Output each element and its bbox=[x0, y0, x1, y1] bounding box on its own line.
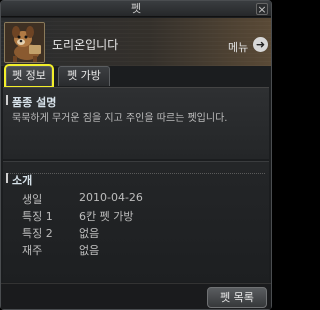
pet-window: 펫 × 도리온입니다 메뉴 ➜ 펫 정보 펫 가방 품종 설명 묵묵하게 무거운… bbox=[0, 0, 272, 310]
window-titlebar[interactable]: 펫 × bbox=[1, 1, 271, 17]
talent-value: 없음 bbox=[79, 244, 100, 257]
close-button[interactable]: × bbox=[256, 3, 268, 15]
intro-title: 소개 bbox=[5, 173, 33, 187]
arrow-right-icon[interactable]: ➜ bbox=[253, 37, 268, 52]
menu-label[interactable]: 메뉴 bbox=[228, 39, 248, 55]
feature-2-label: 특징 2 bbox=[22, 227, 53, 240]
breed-description-title: 품종 설명 bbox=[5, 95, 57, 109]
talent-label: 재주 bbox=[22, 244, 43, 257]
pet-header: 도리온입니다 메뉴 ➜ bbox=[1, 18, 271, 66]
feature-2-value: 없음 bbox=[79, 227, 100, 240]
divider bbox=[7, 173, 265, 174]
breed-description-panel: 품종 설명 묵묵하게 무거운 짐을 지고 주인을 따르는 펫입니다. bbox=[3, 87, 269, 159]
pet-name: 도리온입니다 bbox=[52, 38, 119, 52]
birthday-label: 생일 bbox=[22, 193, 43, 206]
tab-pet-info[interactable]: 펫 정보 bbox=[4, 64, 54, 88]
window-title: 펫 bbox=[130, 2, 142, 15]
dog-pet-icon bbox=[4, 22, 45, 63]
feature-1-value: 6칸 펫 가방 bbox=[79, 210, 134, 223]
feature-1-label: 특징 1 bbox=[22, 210, 53, 223]
birthday-value: 2010-04-26 bbox=[79, 191, 143, 204]
window-footer: 펫 목록 bbox=[1, 283, 271, 309]
breed-description-text: 묵묵하게 무거운 짐을 지고 주인을 따르는 펫입니다. bbox=[12, 113, 228, 124]
intro-panel: 소개 생일 2010-04-26 특징 1 6칸 펫 가방 특징 2 없음 재주… bbox=[3, 161, 269, 282]
pet-list-button[interactable]: 펫 목록 bbox=[207, 287, 267, 308]
tab-pet-bag[interactable]: 펫 가방 bbox=[58, 66, 110, 86]
